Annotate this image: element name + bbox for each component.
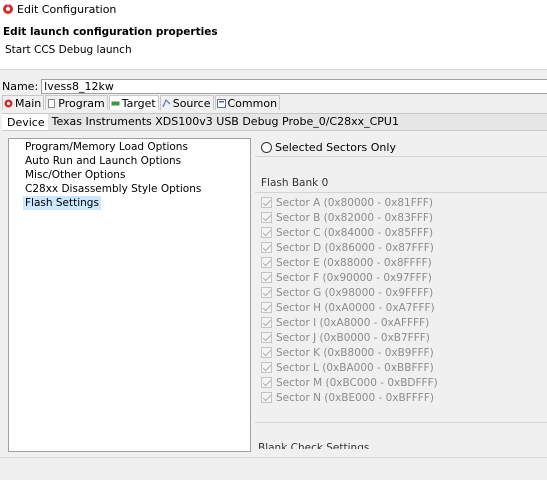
dialog-footer — [0, 457, 547, 480]
divider — [255, 156, 547, 157]
dialog-subtitle: Start CCS Debug launch — [5, 44, 132, 56]
blank-check-settings-title: Blank Check Settings — [258, 442, 370, 449]
device-selector[interactable]: Texas Instruments XDS100v3 USB Debug Pro… — [47, 114, 547, 130]
sector-label: Sector K (0xB8000 - 0xB9FFF) — [276, 346, 434, 359]
selected-sectors-only-label: Selected Sectors Only — [275, 141, 396, 154]
sector-label: Sector E (0x88000 - 0x8FFFF) — [276, 256, 432, 269]
debug-config-icon — [3, 3, 13, 14]
sector-item-a[interactable]: Sector A (0x80000 - 0x81FFF) — [261, 196, 433, 209]
sector-checkbox[interactable] — [261, 332, 272, 343]
sector-item-c[interactable]: Sector C (0x84000 - 0x85FFF) — [261, 226, 433, 239]
sector-checkbox[interactable] — [261, 287, 272, 298]
selected-sectors-only-radio[interactable] — [261, 142, 272, 153]
sector-checkbox[interactable] — [261, 197, 272, 208]
main-tab-icon — [4, 99, 13, 107]
config-tabs: Main Program Target Source Common — [2, 95, 281, 110]
dialog-header: Edit launch configuration properties Sta… — [0, 18, 547, 70]
sector-checkbox[interactable] — [261, 257, 272, 268]
sector-item-d[interactable]: Sector D (0x86000 - 0x87FFF) — [261, 241, 434, 254]
sector-label: Sector N (0xBE000 - 0xBFFFF) — [276, 391, 434, 404]
category-item-misc-options[interactable]: Misc/Other Options — [23, 168, 127, 182]
sector-label: Sector J (0xB0000 - 0xB7FFF) — [276, 331, 430, 344]
sector-item-h[interactable]: Sector H (0xA0000 - 0xA7FFF) — [261, 301, 435, 314]
sector-item-f[interactable]: Sector F (0x90000 - 0x97FFF) — [261, 271, 432, 284]
common-tab-icon — [216, 98, 226, 108]
sector-label: Sector M (0xBC000 - 0xBDFFF) — [276, 376, 438, 389]
sector-item-j[interactable]: Sector J (0xB0000 - 0xB7FFF) — [261, 331, 430, 344]
sector-item-k[interactable]: Sector K (0xB8000 - 0xB9FFF) — [261, 346, 434, 359]
sector-label: Sector F (0x90000 - 0x97FFF) — [276, 271, 432, 284]
sector-item-m[interactable]: Sector M (0xBC000 - 0xBDFFF) — [261, 376, 438, 389]
sector-checkbox[interactable] — [261, 227, 272, 238]
title-bar: Edit Configuration — [0, 0, 547, 18]
sector-checkbox[interactable] — [261, 302, 272, 313]
sector-item-n[interactable]: Sector N (0xBE000 - 0xBFFFF) — [261, 391, 434, 404]
sector-item-e[interactable]: Sector E (0x88000 - 0x8FFFF) — [261, 256, 432, 269]
sector-label: Sector B (0x82000 - 0x83FFF) — [276, 211, 433, 224]
tab-source[interactable]: Source — [159, 95, 214, 110]
tab-target-label: Target — [121, 96, 156, 110]
sector-checkbox[interactable] — [261, 212, 272, 223]
sector-checkbox[interactable] — [261, 242, 272, 253]
sector-label: Sector L (0xBA000 - 0xBBFFF) — [276, 361, 434, 374]
sector-checkbox[interactable] — [261, 347, 272, 358]
sector-label: Sector D (0x86000 - 0x87FFF) — [276, 241, 434, 254]
sector-item-b[interactable]: Sector B (0x82000 - 0x83FFF) — [261, 211, 433, 224]
sector-label: Sector C (0x84000 - 0x85FFF) — [276, 226, 434, 239]
tab-main[interactable]: Main — [2, 95, 45, 110]
sector-list: Sector A (0x80000 - 0x81FFF) Sector B (0… — [255, 192, 547, 423]
sector-checkbox[interactable] — [261, 377, 272, 388]
category-list: Program/Memory Load Options Auto Run and… — [8, 138, 251, 452]
sector-checkbox[interactable] — [261, 317, 272, 328]
sector-label: Sector H (0xA0000 - 0xA7FFF) — [276, 301, 435, 314]
sector-checkbox[interactable] — [261, 362, 272, 373]
category-item-disassembly-style[interactable]: C28xx Disassembly Style Options — [23, 182, 203, 196]
sector-label: Sector G (0x98000 - 0x9FFFF) — [276, 286, 434, 299]
name-row: Name: lvess8_12kw — [0, 78, 547, 94]
sector-label: Sector I (0xA8000 - 0xAFFFF) — [276, 316, 430, 329]
window-title: Edit Configuration — [17, 2, 117, 16]
tab-source-label: Source — [172, 96, 211, 110]
sector-item-g[interactable]: Sector G (0x98000 - 0x9FFFF) — [261, 286, 433, 299]
dialog-title: Edit launch configuration properties — [3, 26, 218, 38]
device-row: Device Texas Instruments XDS100v3 USB De… — [2, 113, 547, 131]
category-item-program-memory-load[interactable]: Program/Memory Load Options — [23, 140, 190, 154]
source-tab-icon — [162, 98, 171, 107]
category-item-auto-run[interactable]: Auto Run and Launch Options — [23, 154, 183, 168]
category-item-flash-settings[interactable]: Flash Settings — [23, 196, 101, 210]
sector-checkbox[interactable] — [261, 272, 272, 283]
device-label: Device — [7, 115, 45, 129]
tab-program-label: Program — [58, 96, 105, 110]
sector-item-i[interactable]: Sector I (0xA8000 - 0xAFFFF) — [261, 316, 429, 329]
tab-program[interactable]: Program — [45, 95, 108, 110]
sector-item-l[interactable]: Sector L (0xBA000 - 0xBBFFF) — [261, 361, 434, 374]
name-input[interactable]: lvess8_12kw — [41, 78, 547, 94]
tab-target[interactable]: Target — [108, 95, 159, 110]
target-tab-icon — [111, 101, 120, 105]
sector-label: Sector A (0x80000 - 0x81FFF) — [276, 196, 433, 209]
sector-checkbox[interactable] — [261, 392, 272, 403]
tab-common[interactable]: Common — [214, 95, 281, 110]
program-tab-icon — [48, 98, 56, 108]
flash-settings-panel: Selected Sectors Only Flash Bank 0 Secto… — [255, 134, 547, 454]
flash-bank-title: Flash Bank 0 — [261, 177, 329, 189]
tab-main-label: Main — [15, 96, 42, 110]
tab-common-label: Common — [227, 96, 278, 110]
selected-sectors-only-option[interactable]: Selected Sectors Only — [261, 141, 396, 154]
name-label: Name: — [2, 79, 39, 93]
